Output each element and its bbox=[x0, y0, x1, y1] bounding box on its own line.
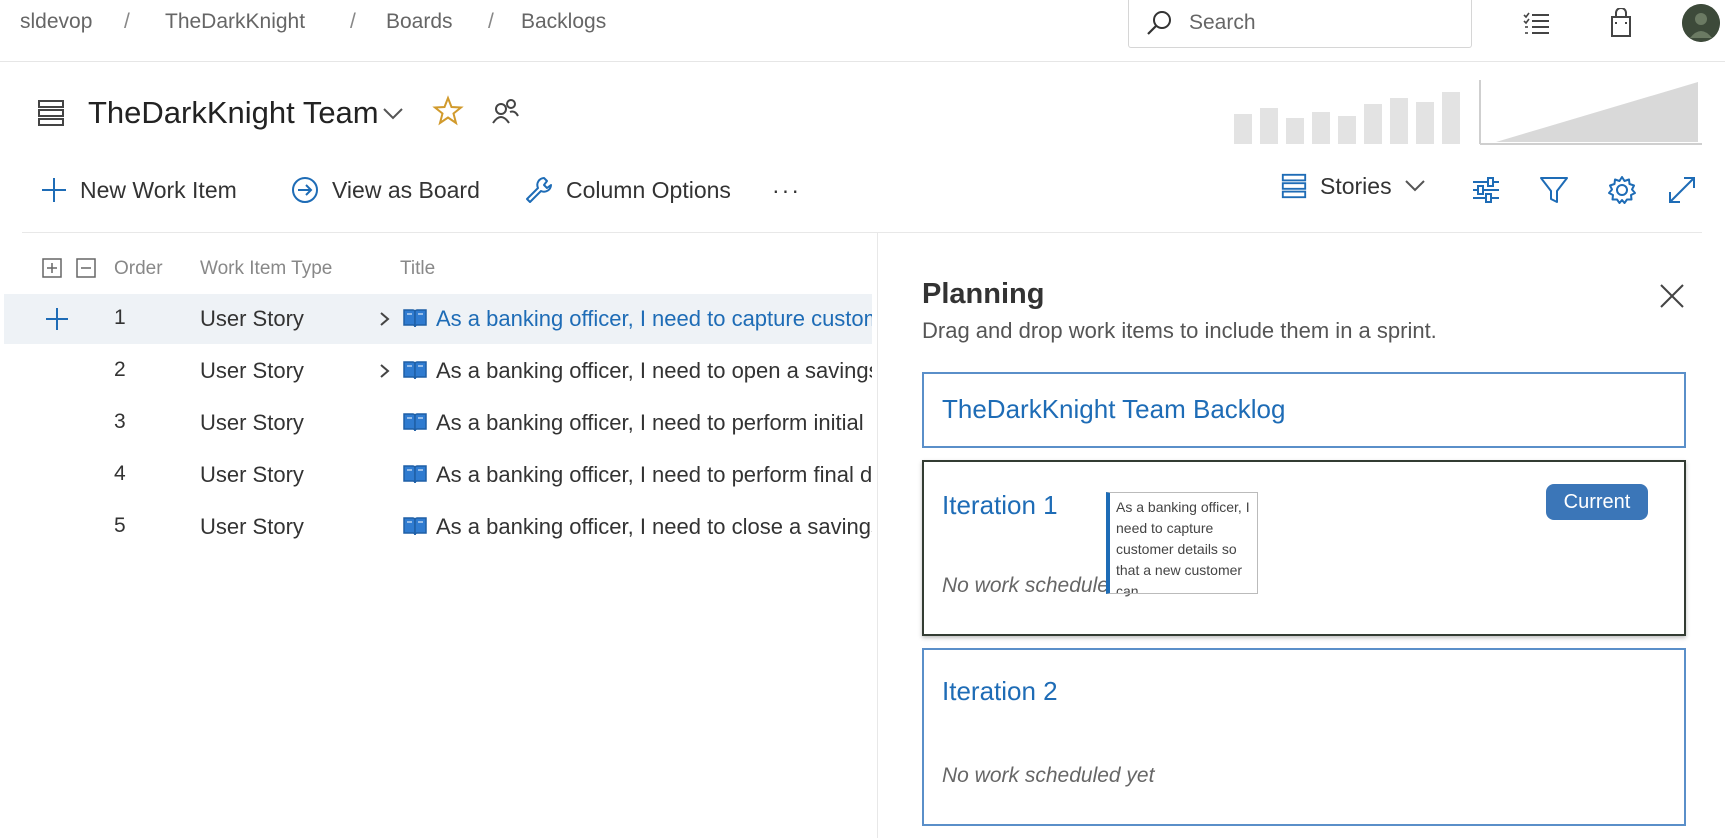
row-order: 4 bbox=[114, 462, 126, 485]
breadcrumb-project[interactable]: TheDarkKnight bbox=[165, 10, 305, 34]
row-work-item-type: User Story bbox=[200, 358, 304, 383]
wrench-icon bbox=[526, 177, 552, 203]
top-bar: sldevop / TheDarkKnight / Boards / Backl… bbox=[0, 0, 1725, 62]
search-input[interactable] bbox=[1189, 8, 1449, 38]
search-icon bbox=[1147, 11, 1171, 35]
table-row[interactable]: 3 User Story As a banking officer, I need … bbox=[4, 398, 872, 448]
column-header-work-item-type[interactable]: Work Item Type bbox=[200, 258, 332, 280]
planning-subtitle: Drag and drop work items to include them… bbox=[922, 318, 1437, 343]
velocity-mini-chart[interactable] bbox=[1234, 82, 1464, 144]
row-title[interactable]: As a banking officer, I need to perform … bbox=[436, 410, 872, 436]
team-backlog-icon bbox=[1281, 173, 1307, 199]
more-actions-button[interactable]: ··· bbox=[772, 172, 801, 208]
new-work-item-button[interactable]: New Work Item bbox=[40, 172, 237, 208]
row-order: 1 bbox=[114, 306, 126, 329]
star-icon[interactable] bbox=[432, 95, 464, 127]
view-as-board-label: View as Board bbox=[332, 176, 480, 203]
table-row[interactable]: 5 User Story As a banking officer, I need … bbox=[4, 502, 872, 552]
breadcrumb-organization[interactable]: sldevop bbox=[20, 10, 92, 34]
row-work-item-type: User Story bbox=[200, 306, 304, 331]
panel-divider bbox=[877, 232, 878, 838]
iteration-2-card[interactable]: Iteration 2 No work scheduled yet bbox=[922, 648, 1686, 826]
view-as-board-button[interactable]: View as Board bbox=[290, 172, 480, 208]
shopping-bag-icon[interactable] bbox=[1606, 8, 1636, 38]
column-options-button[interactable]: Column Options bbox=[524, 172, 731, 208]
team-title: TheDarkKnight Team bbox=[88, 95, 379, 130]
user-avatar-icon bbox=[1682, 4, 1720, 42]
breadcrumb-separator: / bbox=[488, 10, 494, 33]
table-row[interactable]: 4 User Story As a banking officer, I need … bbox=[4, 450, 872, 500]
chevron-down-icon[interactable] bbox=[382, 106, 404, 122]
backlog-level-selector[interactable]: Stories bbox=[1280, 172, 1426, 200]
add-child-icon[interactable] bbox=[44, 306, 70, 332]
row-work-item-type: User Story bbox=[200, 462, 304, 487]
row-work-item-type: User Story bbox=[200, 410, 304, 435]
row-work-item-type: User Story bbox=[200, 514, 304, 539]
breadcrumb-backlogs[interactable]: Backlogs bbox=[521, 10, 606, 34]
team-backlog-icon bbox=[38, 100, 64, 126]
table-row[interactable]: 1 User Story As a banking officer, I need … bbox=[4, 294, 872, 344]
column-options-label: Column Options bbox=[566, 176, 731, 203]
arrow-circle-icon bbox=[292, 177, 318, 203]
iteration-1-title[interactable]: Iteration 1 bbox=[942, 490, 1058, 521]
filter-settings-icon[interactable] bbox=[1470, 174, 1502, 206]
table-row[interactable]: 2 User Story As a banking officer, I need … bbox=[4, 346, 872, 396]
iteration-2-title[interactable]: Iteration 2 bbox=[942, 676, 1058, 707]
collapse-all-icon[interactable] bbox=[76, 258, 96, 278]
chevron-right-icon[interactable] bbox=[378, 309, 392, 329]
new-work-item-label: New Work Item bbox=[80, 176, 237, 203]
plus-icon bbox=[42, 178, 66, 202]
current-iteration-badge: Current bbox=[1546, 484, 1648, 520]
row-title[interactable]: As a banking officer, I need to capture … bbox=[436, 306, 872, 332]
book-icon bbox=[403, 413, 427, 432]
breadcrumb-separator: / bbox=[350, 10, 356, 33]
row-order: 3 bbox=[114, 410, 126, 433]
iteration-1-card[interactable]: Iteration 1 Current No work scheduled ye… bbox=[922, 460, 1686, 636]
column-header-order[interactable]: Order bbox=[114, 258, 163, 280]
funnel-icon[interactable] bbox=[1538, 174, 1570, 206]
book-icon bbox=[403, 309, 427, 328]
iteration-2-empty-text: No work scheduled yet bbox=[942, 764, 1155, 787]
burndown-mini-chart[interactable] bbox=[1478, 80, 1702, 146]
gear-icon[interactable] bbox=[1606, 174, 1638, 206]
row-title[interactable]: As a banking officer, I need to open a s… bbox=[436, 358, 872, 384]
expand-all-icon[interactable] bbox=[42, 258, 62, 278]
row-title[interactable]: As a banking officer, I need to perform … bbox=[436, 462, 872, 488]
breadcrumb-separator: / bbox=[124, 10, 130, 33]
people-icon[interactable] bbox=[490, 96, 520, 126]
team-backlog-card[interactable]: TheDarkKnight Team Backlog bbox=[922, 372, 1686, 448]
breadcrumb-boards[interactable]: Boards bbox=[386, 10, 453, 34]
book-icon bbox=[403, 517, 427, 536]
chevron-right-icon[interactable] bbox=[378, 361, 392, 381]
planning-title: Planning bbox=[922, 278, 1045, 310]
backlog-level-label: Stories bbox=[1320, 172, 1392, 199]
book-icon bbox=[403, 361, 427, 380]
close-icon[interactable] bbox=[1658, 282, 1686, 310]
avatar[interactable] bbox=[1682, 4, 1720, 42]
row-order: 5 bbox=[114, 514, 126, 537]
more-actions-label: ··· bbox=[772, 176, 801, 203]
search-box[interactable] bbox=[1128, 0, 1472, 48]
row-order: 2 bbox=[114, 358, 126, 381]
toolbar-divider bbox=[22, 232, 1702, 233]
chevron-down-icon bbox=[1404, 180, 1425, 192]
row-title[interactable]: As a banking officer, I need to close a … bbox=[436, 514, 872, 540]
column-header-title[interactable]: Title bbox=[400, 258, 435, 280]
book-icon bbox=[403, 465, 427, 484]
expand-icon[interactable] bbox=[1666, 174, 1698, 206]
drag-preview-card[interactable]: As a banking officer, I need to capture … bbox=[1106, 492, 1258, 594]
team-backlog-card-title: TheDarkKnight Team Backlog bbox=[942, 394, 1286, 424]
list-icon[interactable] bbox=[1522, 8, 1552, 38]
